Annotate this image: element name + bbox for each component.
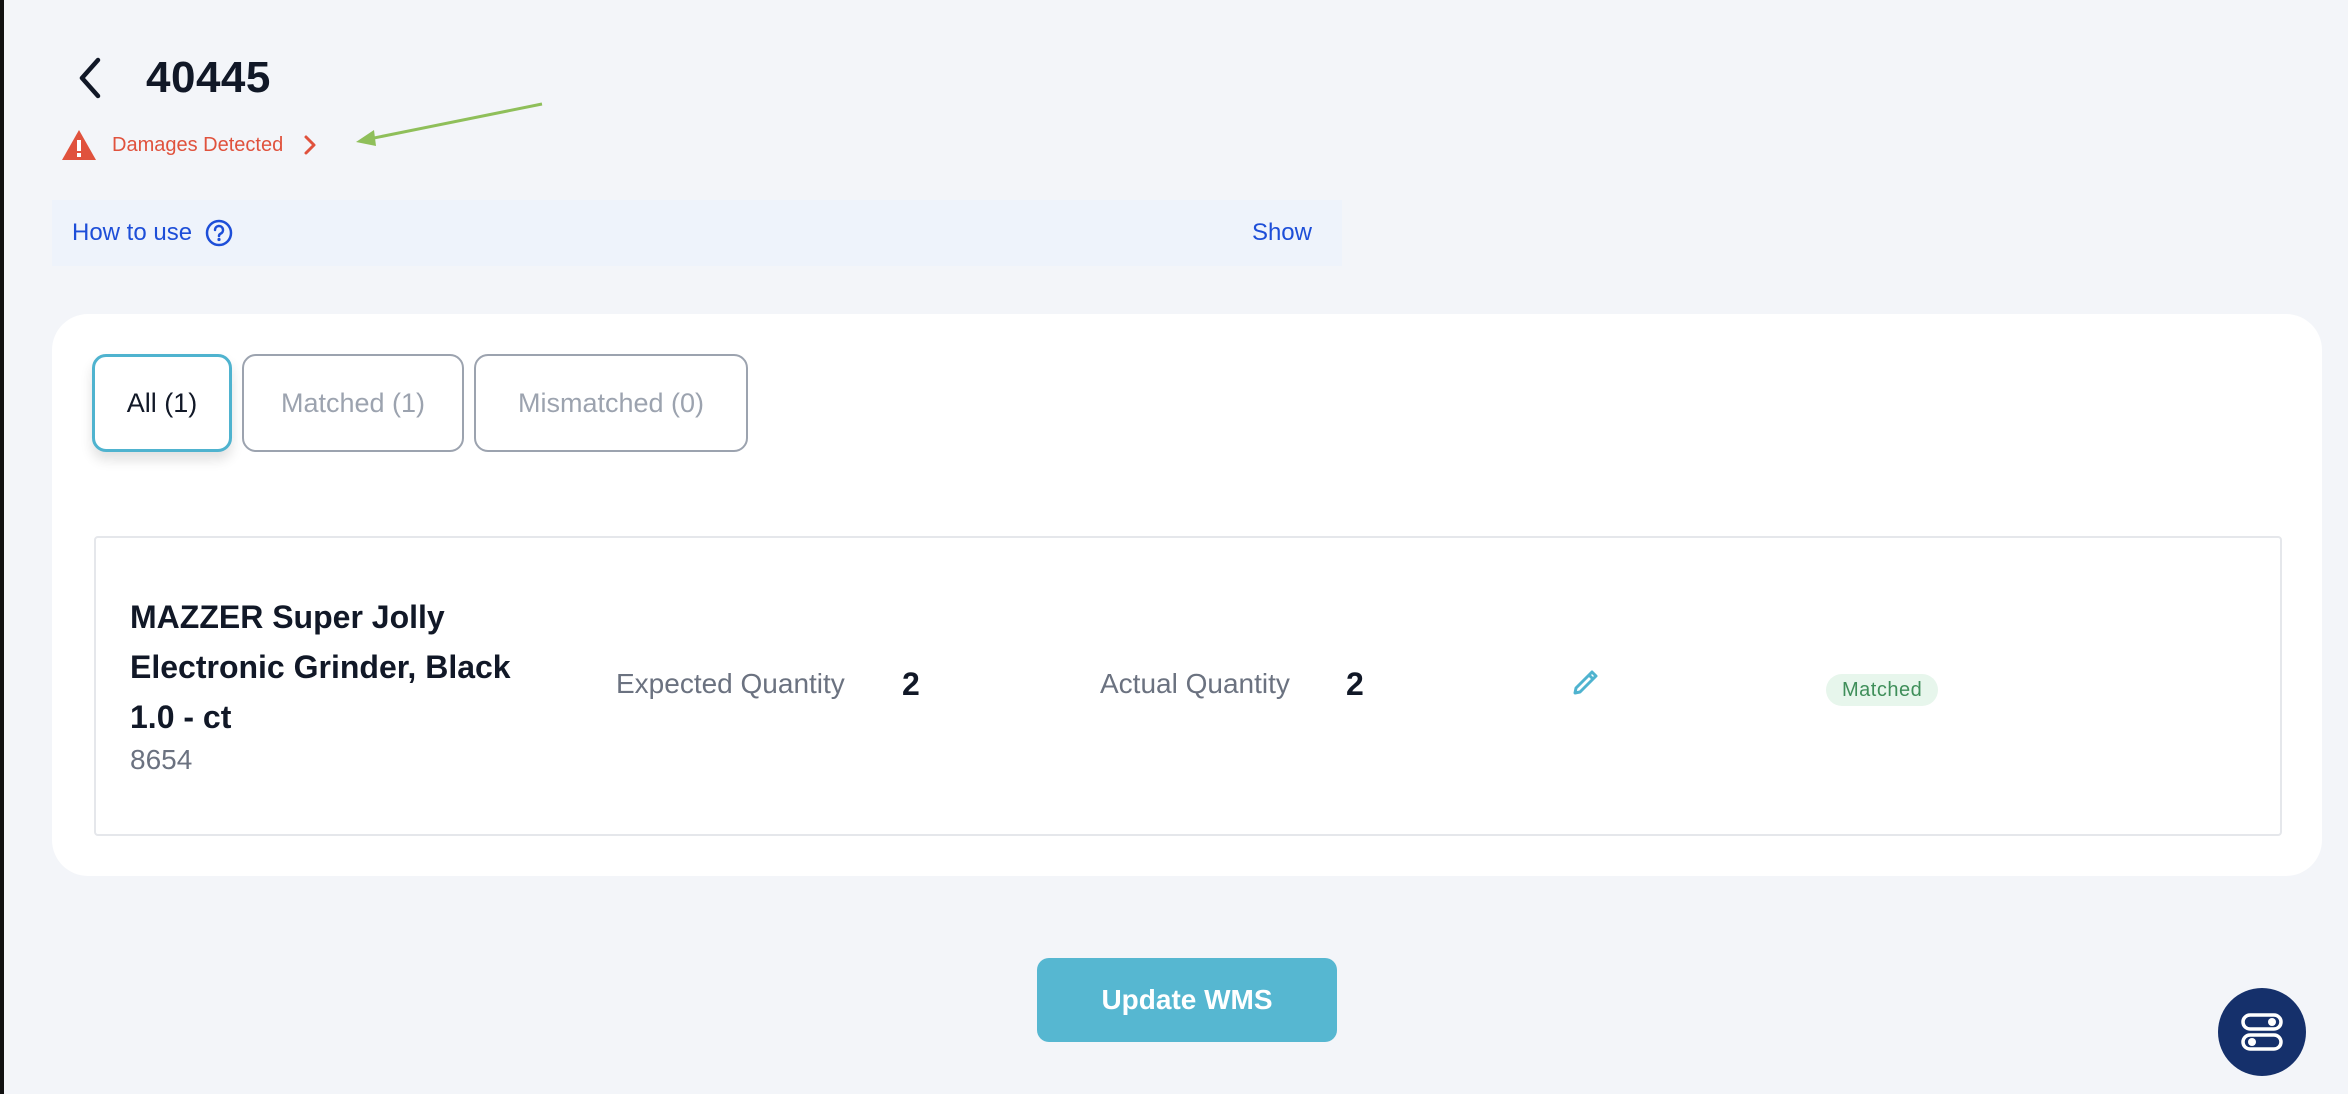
expected-quantity-value: 2 [902, 666, 920, 702]
item-sku: 8654 [130, 744, 193, 775]
chevron-right-icon [303, 134, 317, 156]
reconciliation-card: All (1) Matched (1) Mismatched (0) MAZZE… [52, 314, 2322, 876]
page-title: 40445 [146, 53, 271, 102]
actual-quantity-value: 2 [1346, 666, 1364, 702]
expected-quantity-label: Expected Quantity [616, 668, 845, 699]
how-to-use-label: How to use [72, 219, 193, 246]
how-to-use-link[interactable]: How to use [72, 218, 234, 248]
tab-all[interactable]: All (1) [92, 354, 232, 452]
update-wms-button[interactable]: Update WMS [1037, 958, 1337, 1042]
how-to-use-bar: How to use Show [52, 200, 1342, 266]
list-item: MAZZER Super Jolly Electronic Grinder, B… [94, 536, 2282, 836]
chevron-left-icon [79, 57, 101, 99]
damages-detected-link[interactable]: Damages Detected [60, 128, 317, 162]
toggle-settings-icon [2241, 1013, 2283, 1051]
status-badge: Matched [1826, 674, 1939, 706]
annotation-arrow [356, 102, 543, 146]
actual-quantity-label: Actual Quantity [1100, 668, 1290, 699]
back-button[interactable] [70, 48, 110, 108]
window-edge [0, 0, 4, 1094]
warning-triangle-icon [62, 130, 96, 160]
damages-detected-label: Damages Detected [112, 133, 284, 156]
edit-quantity-button[interactable] [1570, 664, 1606, 700]
pencil-icon [1573, 670, 1598, 695]
item-name: MAZZER Super Jolly Electronic Grinder, B… [130, 599, 511, 735]
settings-fab[interactable] [2218, 988, 2306, 1076]
question-circle-icon [204, 218, 234, 248]
filter-tabs: All (1) Matched (1) Mismatched (0) [92, 354, 758, 452]
tab-matched[interactable]: Matched (1) [242, 354, 464, 452]
page-header: 40445 [70, 48, 271, 108]
show-toggle[interactable]: Show [1252, 219, 1312, 247]
tab-mismatched[interactable]: Mismatched (0) [474, 354, 748, 452]
